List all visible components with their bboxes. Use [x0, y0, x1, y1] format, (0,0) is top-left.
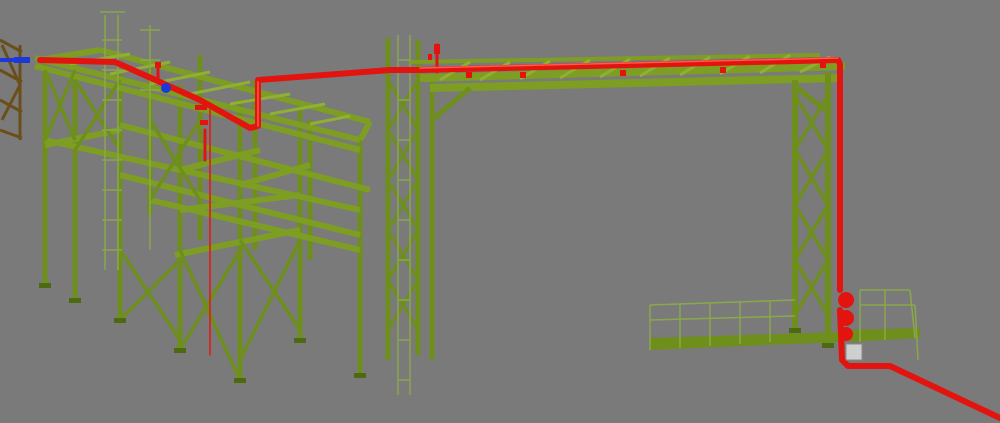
valve-icon [839, 327, 853, 341]
right-portal-frame [409, 53, 846, 348]
red-pipeline [37, 43, 1000, 421]
equipment-box [845, 343, 863, 361]
center-ladder-tower [385, 35, 435, 395]
3d-model-viewport[interactable] [0, 0, 1000, 423]
valve-icon [838, 310, 854, 326]
flange-icon [161, 83, 171, 93]
pipe-rack-model [0, 11, 1000, 421]
left-edge-structure [0, 38, 23, 140]
valve-icon [838, 292, 854, 308]
lower-platform [649, 299, 840, 350]
flange-icon [14, 57, 30, 63]
